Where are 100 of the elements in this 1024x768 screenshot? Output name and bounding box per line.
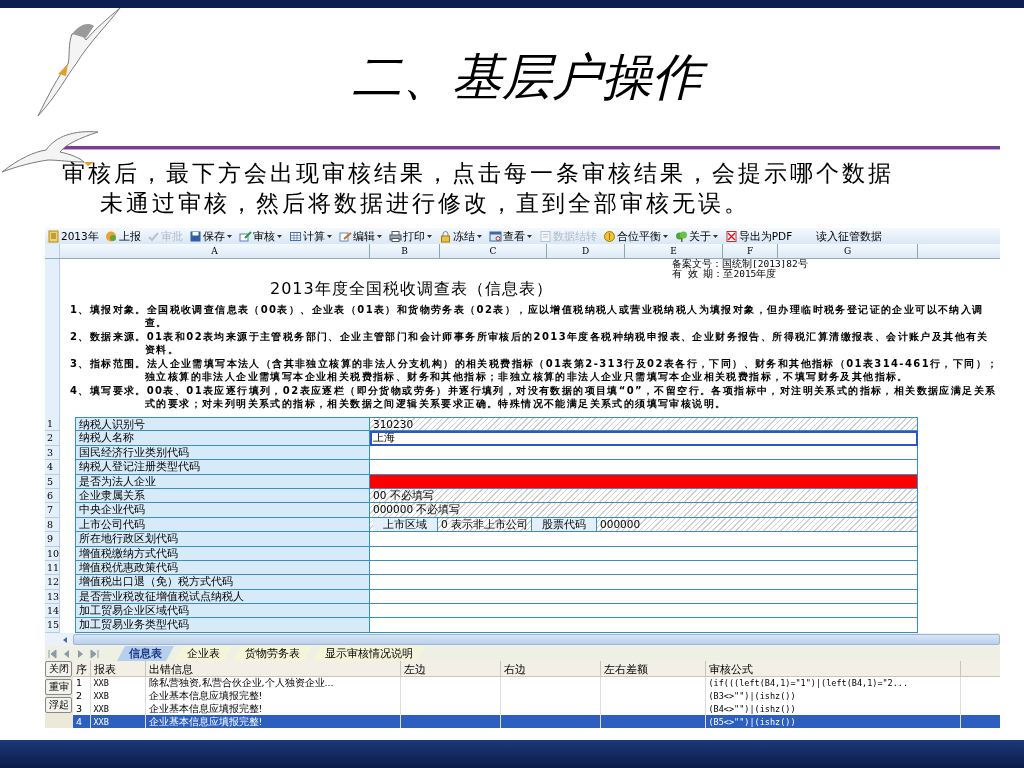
column-header: D: [547, 244, 625, 258]
toolbar-button[interactable]: 编辑: [338, 229, 383, 243]
field-label: 增值税出口退（免）税方式代码: [75, 575, 370, 590]
field-label: 中央企业代码: [75, 503, 370, 518]
sheet-tab[interactable]: 显示审核情况说明: [313, 646, 425, 661]
lock-icon: [438, 229, 452, 243]
column-header: F: [723, 244, 778, 258]
input-field[interactable]: [370, 618, 918, 633]
ball-icon: [104, 229, 118, 243]
form-title: 2013年度全国税收调查表（信息表）: [270, 279, 554, 299]
first-icon[interactable]: [47, 647, 58, 660]
table-cell: (B4<>"")|(ishz()): [708, 703, 796, 714]
window-icon: [488, 229, 502, 243]
table-cell: XXB: [93, 690, 109, 701]
field-label: 纳税人识别号: [75, 417, 370, 432]
toolbar-button[interactable]: 导出为PDF: [724, 229, 793, 243]
toolbar-button[interactable]: 合位平衡: [602, 229, 669, 243]
table-icon: [288, 229, 302, 243]
readonly-field: 000000 不必填写: [370, 503, 918, 518]
column-header: B: [370, 244, 440, 258]
input-field[interactable]: [370, 532, 918, 547]
toolbar-button[interactable]: 查看: [488, 229, 533, 243]
table-cell: (B3<>"")|(ishz()): [708, 690, 796, 701]
side-button[interactable]: 浮起: [45, 697, 72, 713]
result-row[interactable]: 1 XXB 除私营独资,私营合伙企业,个人独资企业... (if(((left(B4,1)="1")|(left(B4,1)="2...: [73, 676, 1000, 690]
table-cell: 1: [76, 677, 83, 689]
save-icon: [188, 229, 202, 243]
column-header[interactable]: 序: [73, 661, 90, 677]
input-field[interactable]: [370, 546, 918, 561]
toolbar-button[interactable]: 上报: [104, 229, 141, 243]
instruction-text: 4、填写要求。00表、01表应逐行填列，02表应逐栏（即分货物或劳务）并逐行填列，对没有数据的项目填“0”，不留空行。各项指标中，对注明关系式的指标，相关数据应满足关系式的要求；对未列明关系式的指标，相关数据之间逻辑关系要求正确。特殊情况不能满足关系式的须填写审核说明。: [70, 384, 998, 410]
table-cell: 2: [76, 689, 83, 701]
row-number: 1: [45, 417, 60, 432]
row-number: 2: [45, 431, 60, 446]
column-header[interactable]: 右边: [500, 661, 600, 677]
sheet-tab[interactable]: 信息表: [117, 646, 174, 661]
column-header[interactable]: 报表: [90, 661, 145, 677]
result-row[interactable]: 2 XXB 企业基本信息应填报完整! (B3<>"")|(ishz()): [73, 689, 1000, 703]
corner-cell: [45, 244, 60, 258]
readonly-field: 000000: [597, 517, 917, 532]
table-cell: XXB: [93, 678, 109, 689]
column-header[interactable]: 左边: [400, 661, 500, 677]
table-cell: 企业基本信息应填报完整!: [148, 702, 263, 714]
toolbar-button[interactable]: 2013年: [47, 229, 99, 243]
field-label: 纳税人名称: [75, 431, 370, 446]
table-cell: (if(((left(B4,1)="1")|(left(B4,1)="2...: [708, 678, 909, 689]
document-icon: [47, 229, 60, 243]
row-number: 12: [45, 575, 60, 590]
table-cell: (B5<>"")|(ishz()): [708, 716, 796, 727]
table-cell: 4: [76, 715, 83, 727]
toolbar-button[interactable]: 关于: [674, 229, 719, 243]
pdf-icon: [724, 229, 738, 243]
table-cell: 企业基本信息应填报完整!: [148, 715, 263, 727]
table-cell: 除私营独资,私营合伙企业,个人独资企业...: [148, 677, 334, 689]
column-header[interactable]: 出错信息: [145, 661, 400, 677]
input-field[interactable]: [370, 589, 918, 605]
field-label: 所在地行政区划代码: [75, 532, 370, 547]
toolbar-button[interactable]: 保存: [188, 229, 233, 243]
field-label: 加工贸易企业区域代码: [75, 604, 370, 619]
result-row[interactable]: 4 XXB 企业基本信息应填报完整! (B5<>"")|(ishz()): [73, 715, 1000, 728]
instruction-text: 3、指标范围。法人企业需填写本法人（含其非独立核算的非法人分支机构）的相关税费指标（01表第2-313行及02表各行，下同）、财务和其他指标（01表314-461行，下同）；独立核算的非法人企业需填写本企业相关税费指标、财务和其他指标；非独立核算的非法人企业只需填写本企业相关税费指标，不填写财务及其他指标。: [70, 357, 1000, 383]
table-cell: 3: [76, 702, 83, 714]
row-number: 15: [45, 618, 60, 633]
field-label: 加工贸易业务类型代码: [75, 618, 370, 633]
horizontal-scrollbar[interactable]: [45, 633, 1000, 646]
toolbar-button[interactable]: 冻结: [438, 229, 483, 243]
toolbar-button[interactable]: 打印: [388, 229, 433, 243]
pen-icon: [238, 229, 252, 243]
input-field[interactable]: [370, 560, 918, 576]
page-icon: [538, 229, 552, 243]
last-icon[interactable]: [89, 647, 100, 660]
filing-info: 有 效 期：至2015年度: [672, 269, 777, 279]
column-header[interactable]: 审核公式: [705, 661, 960, 677]
coin-icon: [602, 229, 616, 243]
filing-info: 备案文号：国统制[2013]82号: [672, 259, 809, 269]
printer-icon: [388, 229, 402, 243]
slide-title: 二、基层户操作: [344, 42, 710, 112]
row-number: 14: [45, 604, 60, 619]
toolbar-button[interactable]: 计算: [288, 229, 333, 243]
toolbar-button[interactable]: 审核: [238, 229, 283, 243]
row-number: 7: [45, 503, 60, 518]
table-cell: XXB: [93, 716, 109, 727]
column-header: E: [625, 244, 723, 258]
toolbar-button[interactable]: 读入征管数据: [816, 229, 883, 243]
input-field[interactable]: [370, 445, 918, 461]
side-button[interactable]: 关闭: [45, 661, 72, 677]
field-label: 纳税人登记注册类型代码: [75, 460, 370, 475]
side-button[interactable]: 重审: [45, 679, 72, 695]
sheet-tab[interactable]: 货物劳务表: [233, 646, 312, 661]
scroll-thumb[interactable]: [73, 634, 1000, 645]
table-cell: XXB: [93, 703, 109, 714]
column-header: C: [440, 244, 547, 258]
input-field[interactable]: [370, 460, 918, 475]
sheet-tab[interactable]: 企业表: [175, 646, 232, 661]
input-field[interactable]: [370, 575, 918, 590]
column-header[interactable]: 左右差额: [600, 661, 705, 677]
input-field[interactable]: [370, 604, 918, 619]
row-number: 9: [45, 532, 60, 547]
readonly-field: 310230: [370, 417, 918, 432]
instruction-text: 1、填报对象。全国税收调查信息表（00表）、企业表（01表）和货物劳务表（02表），应以增值税纳税人或营业税纳税人为填报对象，但办理临时税务登记证的企业可以不纳入调查。: [70, 303, 985, 329]
